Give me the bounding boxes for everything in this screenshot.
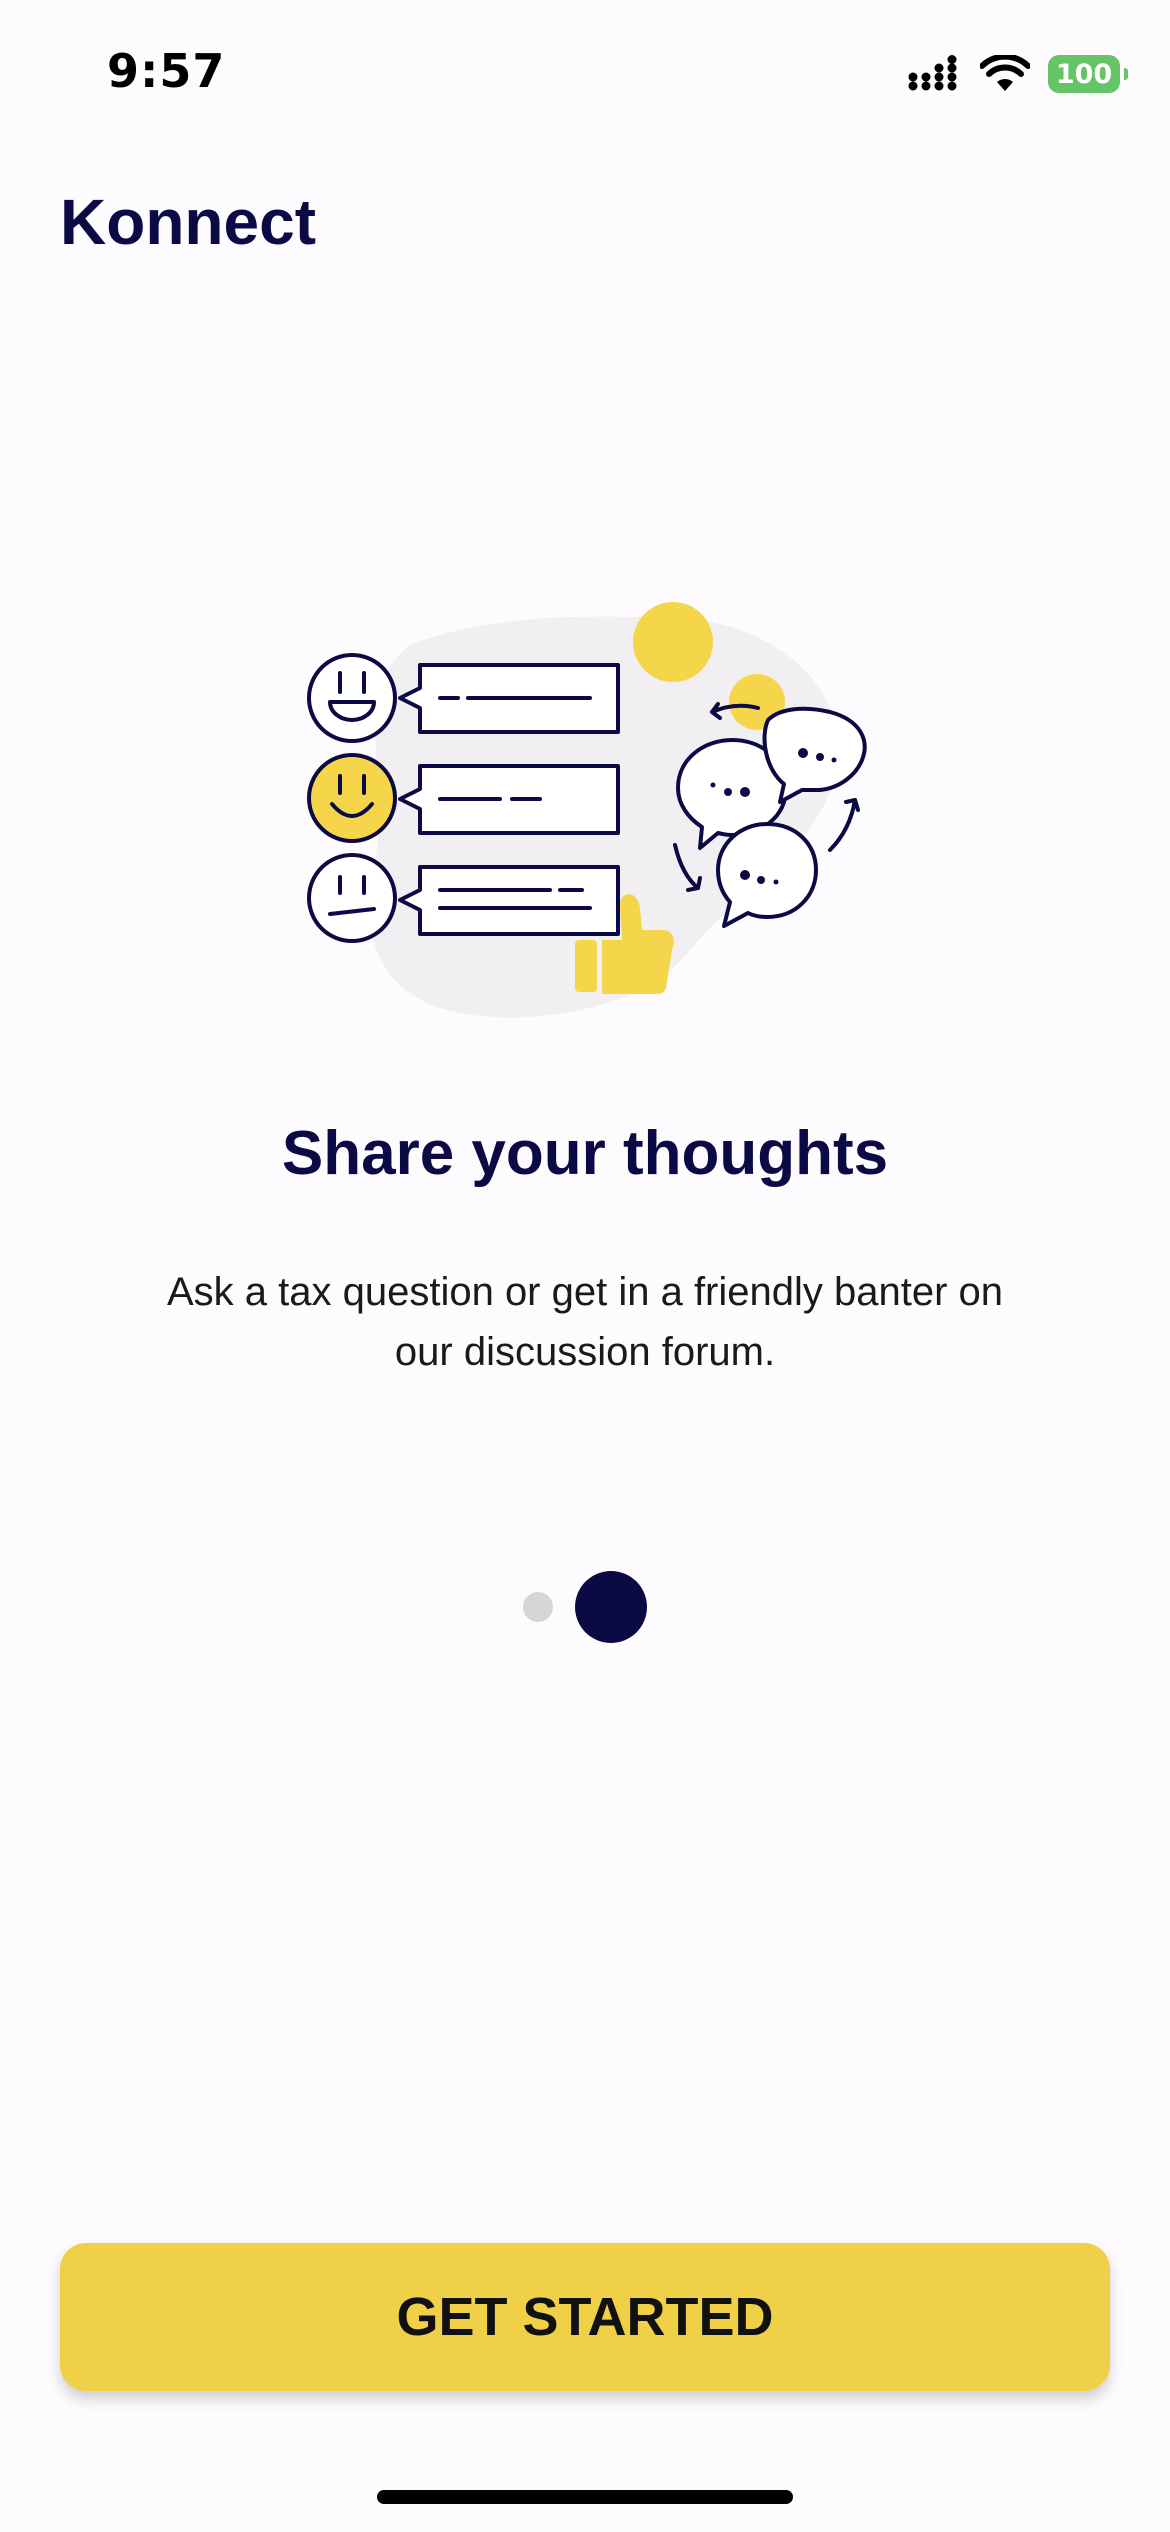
page-indicator[interactable] [0, 1570, 1170, 1644]
wifi-icon [980, 55, 1030, 91]
status-icons: 100 [908, 50, 1128, 98]
get-started-button[interactable]: GET STARTED [60, 2243, 1110, 2391]
page-dot-1[interactable] [523, 1592, 553, 1622]
home-indicator[interactable] [377, 2490, 793, 2504]
signal-icon [908, 55, 957, 91]
slide-title: Share your thoughts [281, 1119, 889, 1188]
status-time: 9:57 [107, 44, 226, 98]
page-dot-2-active[interactable] [575, 1571, 647, 1643]
battery-level: 100 [1055, 58, 1113, 90]
battery-icon: 100 [1048, 55, 1128, 93]
slide-description: Ask a tax question or get in a friendly … [166, 1270, 1004, 1374]
status-bar: 9:57 100 [0, 0, 1170, 140]
app-title: Konnect [60, 186, 316, 258]
discussion-forum-illustration [307, 602, 867, 1018]
